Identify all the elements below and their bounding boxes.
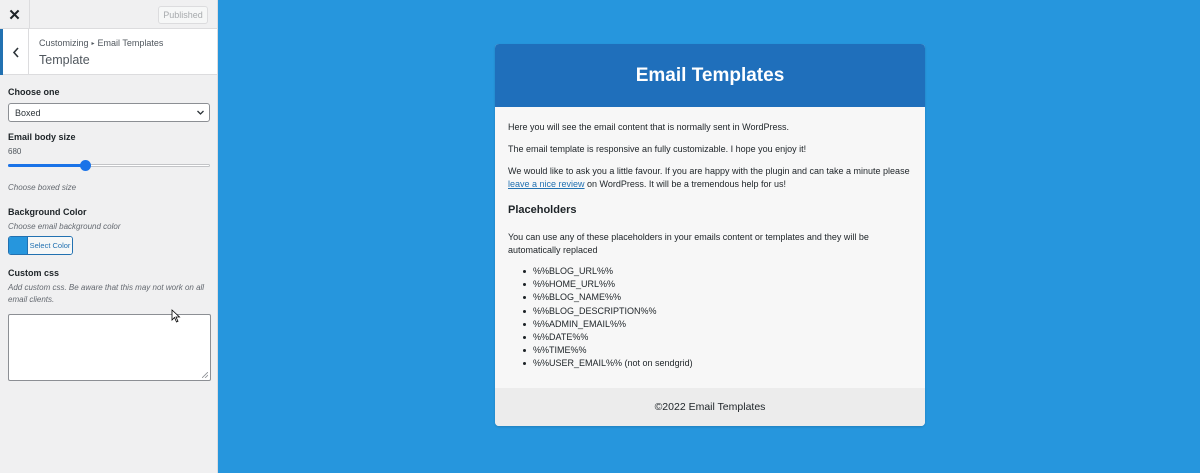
review-link[interactable]: leave a nice review xyxy=(508,179,585,189)
customizer-topbar: ✕ Published xyxy=(0,0,217,29)
placeholders-heading: Placeholders xyxy=(508,204,577,216)
color-swatch xyxy=(9,237,28,254)
select-color-label: Select Color xyxy=(28,237,72,254)
chevron-left-icon xyxy=(12,46,19,58)
layout-label: Choose one xyxy=(8,87,60,97)
resize-grip-icon[interactable] xyxy=(202,372,208,378)
layout-select[interactable]: Boxed xyxy=(8,103,210,122)
body-size-slider[interactable] xyxy=(8,159,210,171)
placeholders-intro: You can use any of these placeholders in… xyxy=(508,232,869,255)
breadcrumb-parent: Customizing xyxy=(39,38,89,48)
published-button[interactable]: Published xyxy=(158,6,208,24)
placeholder-item: %%ADMIN_EMAIL%% xyxy=(523,318,913,331)
breadcrumb-current: Email Templates xyxy=(97,38,164,48)
placeholder-item: %%USER_EMAIL%% (not on sendgrid) xyxy=(523,357,913,370)
slider-fill xyxy=(8,164,85,167)
customizer-sidebar: ✕ Published Customizing ▸ Email Templates … xyxy=(0,0,218,473)
email-paragraph-3: We would like to ask you a little favour… xyxy=(508,165,913,191)
section-title: Template xyxy=(39,53,90,67)
breadcrumb-separator-icon: ▸ xyxy=(91,41,95,47)
paragraph-3-text-before: We would like to ask you a little favour… xyxy=(508,166,910,176)
email-header: Email Templates xyxy=(495,44,925,107)
placeholder-item: %%BLOG_DESCRIPTION%% xyxy=(523,305,913,318)
chevron-down-icon xyxy=(197,110,204,115)
placeholder-item: %%BLOG_URL%% xyxy=(523,265,913,278)
breadcrumb: Customizing ▸ Email Templates xyxy=(39,38,163,48)
custom-css-description: Add custom css. Be aware that this may n… xyxy=(8,283,205,304)
background-color-description: Choose email background color xyxy=(8,222,121,231)
controls-panel: Choose one Boxed Email body size 680 Cho… xyxy=(0,87,217,381)
placeholder-item: %%DATE%% xyxy=(523,331,913,344)
back-button[interactable] xyxy=(0,29,29,75)
email-preview-card: Email Templates Here you will see the em… xyxy=(495,44,925,426)
body-size-value: 680 xyxy=(8,147,22,156)
body-size-description: Choose boxed size xyxy=(8,183,77,192)
custom-css-label: Custom css xyxy=(8,268,60,278)
placeholders-list: %%BLOG_URL%% %%HOME_URL%% %%BLOG_NAME%% %%B… xyxy=(508,265,913,371)
slider-thumb[interactable] xyxy=(79,160,91,171)
paragraph-3-text-after: on WordPress. It will be a tremendous he… xyxy=(584,179,786,189)
custom-css-textarea[interactable] xyxy=(8,314,211,381)
section-header: Customizing ▸ Email Templates Template xyxy=(0,29,217,75)
placeholder-item: %%TIME%% xyxy=(523,344,913,357)
mouse-cursor-icon xyxy=(171,309,181,323)
close-icon: ✕ xyxy=(8,6,21,24)
email-body: Here you will see the email content that… xyxy=(495,107,925,371)
email-paragraph-1: Here you will see the email content that… xyxy=(508,122,789,132)
close-customizer-button[interactable]: ✕ xyxy=(0,0,30,29)
background-color-label: Background Color xyxy=(8,207,87,217)
body-size-label: Email body size xyxy=(8,132,76,142)
layout-select-value: Boxed xyxy=(15,107,41,118)
email-paragraph-2: The email template is responsive an full… xyxy=(508,144,807,154)
placeholder-item: %%BLOG_NAME%% xyxy=(523,291,913,304)
email-footer: ©2022 Email Templates xyxy=(495,388,925,426)
placeholder-item: %%HOME_URL%% xyxy=(523,278,913,291)
select-color-button[interactable]: Select Color xyxy=(8,236,73,255)
